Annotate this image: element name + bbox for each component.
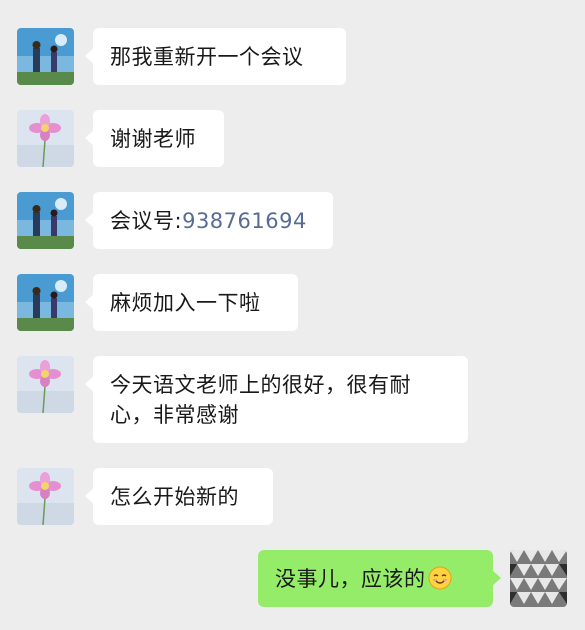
avatar-flower[interactable] [17, 356, 74, 413]
my-avatar-image [510, 550, 567, 607]
flower-avatar-image [17, 110, 74, 167]
anime-avatar-image [17, 28, 74, 85]
avatar-flower[interactable] [17, 468, 74, 525]
avatar-anime[interactable] [17, 192, 74, 249]
smile-emoji-icon [428, 566, 452, 590]
message-bubble[interactable]: 会议号:938761694 [85, 192, 333, 249]
avatar-flower[interactable] [17, 110, 74, 167]
message-text-line: 心，非常感谢 [110, 403, 239, 427]
message-bubble[interactable]: 那我重新开一个会议 [85, 28, 346, 85]
avatar-me[interactable] [510, 550, 567, 607]
avatar-anime[interactable] [17, 28, 74, 85]
flower-avatar-image [17, 356, 74, 413]
meeting-number-link[interactable]: 938761694 [182, 209, 307, 233]
anime-avatar-image [17, 274, 74, 331]
message-text: 那我重新开一个会议 [110, 45, 304, 69]
avatar-anime[interactable] [17, 274, 74, 331]
message-text: 谢谢老师 [110, 127, 196, 151]
message-bubble[interactable]: 怎么开始新的 [85, 468, 273, 525]
message-bubble[interactable]: 麻烦加入一下啦 [85, 274, 298, 331]
message-text: 麻烦加入一下啦 [110, 291, 261, 315]
my-message-bubble[interactable]: 没事儿，应该的 [258, 550, 501, 607]
message-bubble[interactable]: 今天语文老师上的很好，很有耐 心，非常感谢 [85, 356, 468, 443]
message-text: 没事儿，应该的 [275, 567, 426, 591]
flower-avatar-image [17, 468, 74, 525]
chat-message-list[interactable]: 那我重新开一个会议 谢谢老师 会议号:938761694 麻烦加入一下啦 今天语… [0, 0, 585, 630]
message-text-line: 今天语文老师上的很好，很有耐 [110, 373, 411, 397]
message-text-prefix: 会议号: [110, 209, 183, 233]
message-text: 怎么开始新的 [110, 485, 239, 509]
message-bubble[interactable]: 谢谢老师 [85, 110, 224, 167]
anime-avatar-image [17, 192, 74, 249]
